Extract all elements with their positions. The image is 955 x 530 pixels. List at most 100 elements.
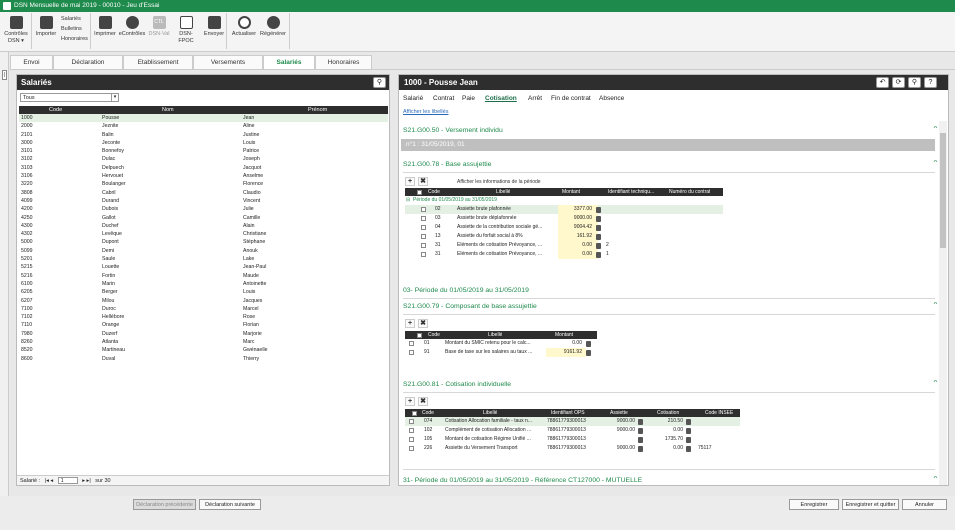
chevron-up-icon[interactable]: ^ (934, 380, 938, 386)
table-row[interactable]: 3106 Hervouet Anselme (19, 172, 388, 180)
cell-montant[interactable]: 0.00 (546, 339, 582, 348)
row-checkbox[interactable] (409, 341, 414, 346)
save-and-quit-button[interactable]: Enregistrer et quitter (842, 499, 899, 510)
table-row[interactable]: 3103 Delpuech Jacquot (19, 164, 388, 172)
cell-montant[interactable]: 9000.00 (558, 214, 592, 223)
chevron-up-icon[interactable]: ^ (934, 160, 938, 166)
table-row[interactable]: 31 Eléments de cotisation Prévoyance, ...… (405, 241, 723, 250)
dsn-fpoc-button[interactable]: DSN-FPOC (172, 16, 200, 44)
tab-honoraires[interactable]: Honoraires (315, 55, 372, 69)
salaries-import-item[interactable]: Salariés (61, 16, 81, 23)
actualiser-button[interactable]: Actualiser (231, 16, 257, 38)
cell-montant[interactable]: 0.00 (558, 250, 592, 259)
table-row[interactable]: 3000 Jeconte Louis (19, 139, 388, 147)
calculator-icon[interactable] (586, 340, 591, 347)
subtab-arret[interactable]: Arrêt (528, 95, 542, 102)
controles-dsn-button[interactable]: Contrôles DSN ▾ (3, 16, 29, 44)
delete-icon[interactable]: ✖ (418, 177, 428, 186)
sync-button[interactable]: ⟳ (892, 77, 905, 88)
tab-envoi[interactable]: Envoi (10, 55, 53, 69)
cell-montant[interactable]: 161.92 (558, 232, 592, 241)
column-header-nom[interactable]: Nom (162, 106, 174, 114)
column-header-identifiant-ops[interactable]: Identifiant OPS (551, 409, 585, 417)
save-button[interactable]: Enregistrer (789, 499, 839, 510)
row-checkbox[interactable] (409, 428, 414, 433)
subtab-salarie[interactable]: Salarié (403, 95, 423, 102)
table-row[interactable]: 4200 Dubois Julie (19, 205, 388, 213)
section-periode-31-mutuelle[interactable]: 31- Période du 01/05/2019 au 31/05/2019 … (403, 477, 642, 484)
delete-icon[interactable]: ✖ (418, 319, 428, 328)
pager-prev-buttons[interactable]: |◂ ◂ (45, 478, 53, 484)
add-icon[interactable]: + (405, 177, 415, 186)
search-button[interactable]: ⚲ (373, 77, 386, 88)
cell-assiette[interactable]: 9000.00 (601, 426, 635, 435)
chevron-down-icon[interactable]: ▾ (111, 94, 118, 101)
delete-icon[interactable]: ✖ (418, 397, 428, 406)
subtab-cotisation[interactable]: Cotisation (485, 95, 517, 102)
table-row[interactable]: 2101 Balin Justine (19, 131, 388, 139)
column-header-code[interactable]: Code (428, 188, 440, 196)
regenerer-button[interactable]: Régénérer (259, 16, 287, 38)
table-row[interactable]: 03 Assiette brute déplafonnée 9000.00 (405, 214, 723, 223)
previous-declaration-button[interactable]: Déclaration précédente (133, 499, 196, 510)
period-group-row[interactable]: ⊟ Période du 01/05/2019 au 31/05/2019 (405, 196, 723, 205)
detail-scrollbar[interactable] (939, 121, 947, 485)
cell-assiette[interactable]: 9000.00 (601, 444, 635, 453)
versement-band[interactable]: n°1 : 31/05/2019, 01 (401, 139, 935, 151)
table-row[interactable]: 4099 Durand Vincent (19, 197, 388, 205)
bulletins-import-item[interactable]: Bulletins (61, 26, 82, 33)
calculator-icon[interactable] (596, 251, 601, 258)
table-row[interactable]: 102 Complément de cotisation Allocation .… (405, 426, 740, 435)
tab-salaries[interactable]: Salariés (263, 55, 315, 69)
honoraires-import-item[interactable]: Honoraires (61, 36, 88, 43)
section-versement-individu[interactable]: S21.G00.50 - Versement individu (403, 127, 503, 134)
column-header-code-insee[interactable]: Code INSEE (705, 409, 733, 417)
column-header-code[interactable]: Code (428, 331, 440, 339)
cell-montant[interactable]: 9161.92 (546, 348, 582, 357)
subtab-fin-de-contrat[interactable]: Fin de contrat (551, 95, 591, 102)
table-row[interactable]: 01 Montant du SMIC retenu pour le calc...… (405, 339, 597, 348)
calculator-icon[interactable] (596, 206, 601, 213)
table-row[interactable]: 2000 Jeznite Aline (19, 122, 388, 130)
tab-declaration[interactable]: Déclaration (53, 55, 123, 69)
table-row[interactable]: 04 Assiette de la contribution sociale gé… (405, 223, 723, 232)
calculator-icon[interactable] (686, 418, 691, 425)
employee-filter-select[interactable]: Tous ▾ (20, 93, 119, 102)
row-checkbox[interactable] (409, 437, 414, 442)
cell-assiette[interactable]: 9000.00 (601, 417, 635, 426)
table-row[interactable]: 4302 Levêque Christiane (19, 230, 388, 238)
tab-versements[interactable]: Versements (193, 55, 263, 69)
table-row[interactable]: 3808 Cabril Claudio (19, 189, 388, 197)
chevron-up-icon[interactable]: ^ (934, 126, 938, 132)
subtab-absence[interactable]: Absence (599, 95, 624, 102)
section-cotisation-individuelle[interactable]: S21.G00.81 - Cotisation individuelle (403, 381, 511, 388)
period-info-label[interactable]: Afficher les informations de la période (457, 179, 541, 185)
column-header-assiette[interactable]: Assiette (610, 409, 628, 417)
table-row[interactable]: 105 Montant de cotisation Régime Unifié .… (405, 435, 740, 444)
pager-input[interactable]: 1 (57, 477, 78, 485)
subtab-contrat[interactable]: Contrat (433, 95, 454, 102)
cell-montant[interactable]: 3377.00 (558, 205, 592, 214)
calculator-icon[interactable] (596, 215, 601, 222)
row-checkbox[interactable] (421, 216, 426, 221)
table-row[interactable]: 7100 Duroc Marcel (19, 305, 388, 313)
subtab-paie[interactable]: Paie (462, 95, 475, 102)
row-checkbox[interactable] (421, 207, 426, 212)
table-row[interactable]: 6207 Milou Jacques (19, 297, 388, 305)
envoyer-button[interactable]: Envoyer (202, 16, 226, 38)
cell-cotisation[interactable]: 210.50 (649, 417, 683, 426)
add-icon[interactable]: + (405, 397, 415, 406)
imprimer-button[interactable]: Imprimer (94, 16, 116, 38)
row-checkbox[interactable] (409, 419, 414, 424)
undo-button[interactable]: ↶ (876, 77, 889, 88)
tab-etablissement[interactable]: Etablissement (123, 55, 193, 69)
row-checkbox[interactable] (421, 243, 426, 248)
column-header-numero-contrat[interactable]: Numéro du contrat (669, 188, 710, 196)
collapse-handle[interactable]: | (2, 70, 7, 80)
column-header-identifiant[interactable]: Identifiant techniqu... (608, 188, 654, 196)
column-header-code[interactable]: Code (422, 409, 434, 417)
section-composant-base[interactable]: S21.G00.79 - Composant de base assujetti… (403, 303, 537, 310)
column-header-code[interactable]: Code (49, 106, 62, 114)
column-header-cotisation[interactable]: Cotisation (657, 409, 679, 417)
row-checkbox[interactable] (409, 446, 414, 451)
